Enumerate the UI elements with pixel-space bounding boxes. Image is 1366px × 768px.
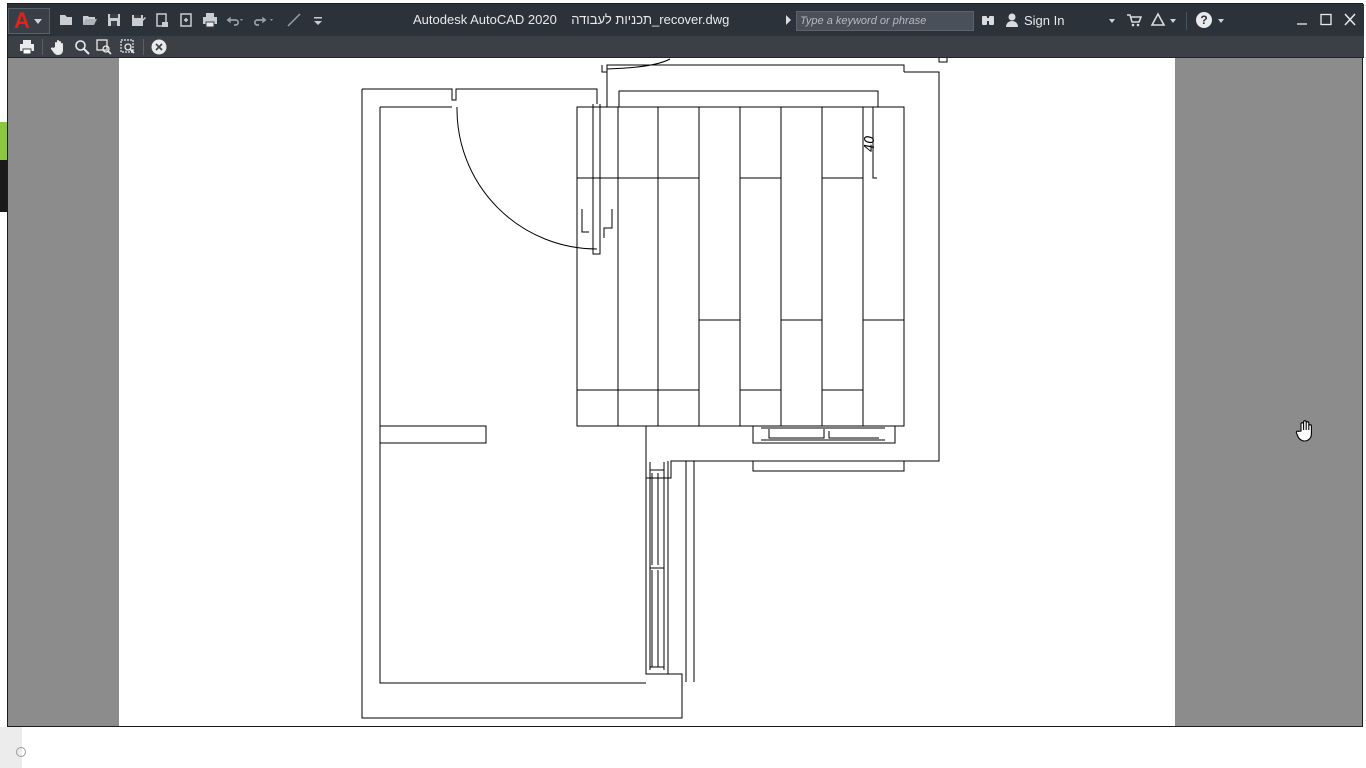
user-icon[interactable] <box>1004 12 1020 28</box>
open-from-web-icon[interactable] <box>152 10 172 30</box>
redo-icon[interactable] <box>254 10 274 30</box>
minimize-window-icon[interactable] <box>1292 10 1312 30</box>
search-binoculars-icon[interactable] <box>980 12 996 28</box>
zoom-window-icon[interactable] <box>95 38 113 56</box>
toolbar-divider <box>143 39 144 55</box>
application-menu-button[interactable]: A <box>8 8 50 34</box>
file-name: תכניות לעבודה_recover.dwg <box>571 12 730 27</box>
quick-access-toolbar <box>56 10 328 30</box>
zoom-original-icon[interactable] <box>119 38 137 56</box>
desktop-bottom-tile <box>0 727 26 768</box>
help-chevron-down-icon[interactable] <box>1218 19 1224 23</box>
sign-in-chevron-down-icon[interactable] <box>1109 19 1115 23</box>
save-icon[interactable] <box>104 10 124 30</box>
toolbar-divider <box>42 39 43 55</box>
floor-plan-drawing: 40 <box>361 58 948 719</box>
save-to-web-icon[interactable] <box>176 10 196 30</box>
autodesk-app-store-cart-icon[interactable] <box>1126 12 1143 28</box>
search-input[interactable] <box>796 11 974 31</box>
close-preview-icon[interactable] <box>150 38 168 56</box>
plot-preview-area[interactable]: 40 <box>8 58 1362 726</box>
paper-sheet: 40 <box>119 58 1175 726</box>
open-icon[interactable] <box>80 10 100 30</box>
help-icon[interactable]: ? <box>1196 12 1212 28</box>
close-window-icon[interactable] <box>1340 10 1360 30</box>
autocad-logo-icon: A <box>14 8 30 33</box>
a360-chevron-down-icon[interactable] <box>1170 19 1176 23</box>
desktop-dark-strip <box>0 160 7 212</box>
pan-hand-cursor-icon <box>1295 419 1317 443</box>
match-properties-icon[interactable] <box>284 10 304 30</box>
desktop-left-edge <box>0 0 7 768</box>
desktop-bottom-area <box>0 727 1366 768</box>
title-bar-divider <box>1186 12 1187 30</box>
window-title: Autodesk AutoCAD 2020 תכניות לעבודה_reco… <box>413 12 729 27</box>
customize-qat-icon[interactable] <box>308 10 328 30</box>
desktop-green-strip <box>0 122 7 160</box>
print-icon[interactable] <box>18 38 36 56</box>
new-icon[interactable] <box>56 10 76 30</box>
chevron-down-icon <box>33 18 42 24</box>
dimension-label: 40 <box>863 135 878 152</box>
pan-icon[interactable] <box>50 38 68 56</box>
zoom-icon[interactable] <box>73 38 91 56</box>
plot-preview-toolbar <box>8 36 1364 58</box>
undo-icon[interactable] <box>224 10 244 30</box>
autodesk-a360-icon[interactable] <box>1150 12 1166 28</box>
search-expand-arrow-icon[interactable] <box>786 15 791 25</box>
autocad-window: A Autodesk AutoCAD 2020 תכניות לעבודה_re… <box>7 3 1364 727</box>
sign-in-link[interactable]: Sign In <box>1024 13 1064 28</box>
plot-icon[interactable] <box>200 10 220 30</box>
title-bar: A Autodesk AutoCAD 2020 תכניות לעבודה_re… <box>8 4 1364 36</box>
save-as-icon[interactable] <box>128 10 148 30</box>
app-name: Autodesk AutoCAD 2020 <box>413 12 557 27</box>
maximize-window-icon[interactable] <box>1316 10 1336 30</box>
